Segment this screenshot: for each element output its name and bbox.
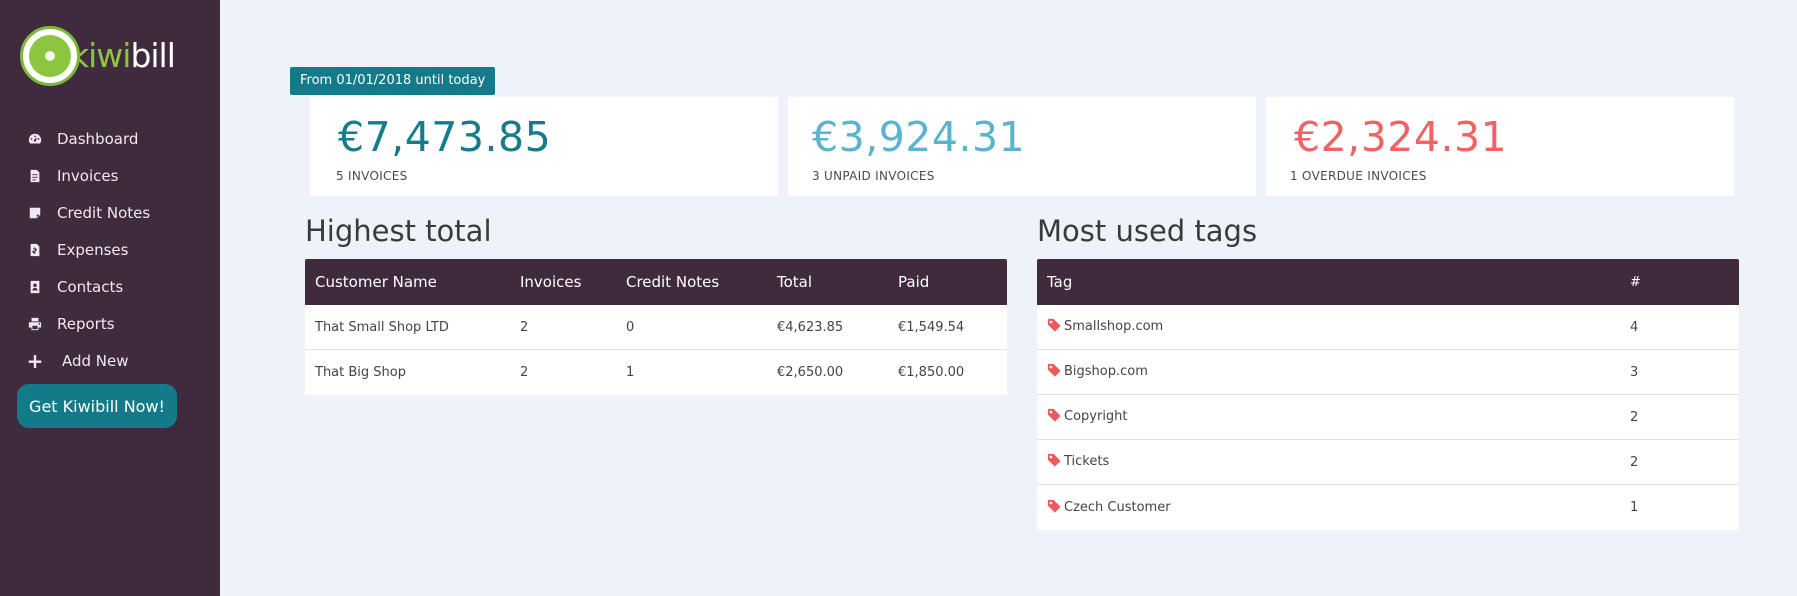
column-header-credit-notes[interactable]: Credit Notes <box>616 273 767 291</box>
tag-cell[interactable]: Bigshop.com <box>1037 363 1620 381</box>
tag-cell[interactable]: Smallshop.com <box>1037 318 1620 336</box>
stat-label: 5 INVOICES <box>336 169 408 183</box>
sidebar-item-invoices[interactable]: Invoices <box>0 157 220 194</box>
tag-cell[interactable]: Copyright <box>1037 408 1620 426</box>
paid-cell: €1,850.00 <box>898 365 965 380</box>
sidebar-nav: Dashboard Invoices Credit Notes Expenses… <box>0 120 220 379</box>
tag-count-cell: 2 <box>1630 454 1639 470</box>
column-header-tag[interactable]: Tag <box>1037 273 1620 291</box>
table-row[interactable]: That Big Shop 2 1 €2,650.00 €1,850.00 <box>305 350 1007 395</box>
total-cell: €4,623.85 <box>777 319 844 335</box>
credit-notes-cell: 0 <box>626 319 635 335</box>
sidebar-item-label: Reports <box>57 314 115 333</box>
sidebar-item-dashboard[interactable]: Dashboard <box>0 120 220 157</box>
sidebar-item-reports[interactable]: Reports <box>0 305 220 342</box>
sidebar-item-add-new[interactable]: + Add New <box>0 342 220 379</box>
total-cell: €2,650.00 <box>777 365 844 380</box>
stat-label: 3 UNPAID INVOICES <box>812 169 935 183</box>
invoices-cell: 2 <box>520 365 529 380</box>
tag-name: Bigshop.com <box>1064 364 1148 379</box>
column-header-total[interactable]: Total <box>767 273 888 291</box>
tag-name: Copyright <box>1064 409 1128 424</box>
customer-name-cell: That Big Shop <box>315 365 406 380</box>
tag-name: Czech Customer <box>1064 499 1171 515</box>
file-icon <box>27 168 43 184</box>
kiwi-logo-icon <box>20 26 80 86</box>
sidebar-item-label: Dashboard <box>57 129 139 148</box>
tag-icon <box>1047 499 1061 517</box>
logo-wordmark: kiwibill <box>70 35 176 75</box>
table-header: Tag # <box>1037 259 1739 305</box>
tag-icon <box>1047 318 1061 336</box>
kiwibill-logo[interactable]: kiwibill <box>20 26 176 86</box>
invoices-cell: 2 <box>520 319 529 335</box>
column-header-invoices[interactable]: Invoices <box>510 273 616 291</box>
stat-card-overdue[interactable]: €2,324.31 1 OVERDUE INVOICES <box>1266 97 1734 196</box>
get-kiwibill-button[interactable]: Get Kiwibill Now! <box>17 384 177 428</box>
table-row[interactable]: That Small Shop LTD 2 0 €4,623.85 €1,549… <box>305 305 1007 350</box>
column-header-count[interactable]: # <box>1620 275 1739 290</box>
tag-name: Smallshop.com <box>1064 319 1164 334</box>
most-used-tags-title: Most used tags <box>1037 214 1258 248</box>
column-header-paid[interactable]: Paid <box>888 273 1007 291</box>
column-header-customer-name[interactable]: Customer Name <box>305 273 510 291</box>
receipt-icon <box>27 242 43 258</box>
tag-count-cell: 1 <box>1630 500 1639 515</box>
stat-value: €7,473.85 <box>338 113 552 161</box>
table-row[interactable]: Copyright 2 <box>1037 395 1739 440</box>
tag-count-cell: 4 <box>1630 319 1639 335</box>
tag-count-cell: 3 <box>1630 364 1639 380</box>
sidebar-item-label: Expenses <box>57 240 129 259</box>
tag-icon <box>1047 453 1061 471</box>
table-row[interactable]: Tickets 2 <box>1037 440 1739 485</box>
customer-name-cell: That Small Shop LTD <box>315 319 449 335</box>
sidebar-item-label: Contacts <box>57 277 124 296</box>
sidebar-item-label: Add New <box>62 351 129 370</box>
stat-card-invoices[interactable]: €7,473.85 5 INVOICES <box>310 97 778 196</box>
tag-count-cell: 2 <box>1630 409 1639 425</box>
sidebar: kiwibill Dashboard Invoices Credit Notes <box>0 0 220 596</box>
paid-cell: €1,549.54 <box>898 319 965 335</box>
tag-name: Tickets <box>1064 454 1110 469</box>
tag-icon <box>1047 408 1061 426</box>
printer-icon <box>27 316 43 332</box>
tag-cell[interactable]: Czech Customer <box>1037 499 1620 517</box>
date-range-badge[interactable]: From 01/01/2018 until today <box>290 67 496 95</box>
credit-notes-cell: 1 <box>626 365 635 380</box>
sidebar-item-expenses[interactable]: Expenses <box>0 231 220 268</box>
sidebar-item-label: Invoices <box>57 166 119 185</box>
sidebar-item-contacts[interactable]: Contacts <box>0 268 220 305</box>
logo-text-bill: bill <box>130 35 175 75</box>
note-icon <box>27 205 43 221</box>
table-row[interactable]: Czech Customer 1 <box>1037 485 1739 530</box>
stat-card-unpaid[interactable]: €3,924.31 3 UNPAID INVOICES <box>788 97 1256 196</box>
sidebar-item-label: Credit Notes <box>57 203 151 222</box>
stat-value: €3,924.31 <box>812 113 1026 161</box>
table-row[interactable]: Bigshop.com 3 <box>1037 350 1739 395</box>
highest-total-title: Highest total <box>305 214 492 248</box>
contact-card-icon <box>27 279 43 295</box>
plus-icon: + <box>26 348 44 373</box>
tag-cell[interactable]: Tickets <box>1037 453 1620 471</box>
stat-value: €2,324.31 <box>1294 113 1508 161</box>
dashboard-icon <box>27 131 43 147</box>
table-row[interactable]: Smallshop.com 4 <box>1037 305 1739 350</box>
sidebar-item-credit-notes[interactable]: Credit Notes <box>0 194 220 231</box>
most-used-tags-table: Tag # Smallshop.com 4 Bigshop.com 3 Copy… <box>1037 259 1739 530</box>
highest-total-table: Customer Name Invoices Credit Notes Tota… <box>305 259 1007 395</box>
table-header: Customer Name Invoices Credit Notes Tota… <box>305 259 1007 305</box>
stat-label: 1 OVERDUE INVOICES <box>1290 169 1427 183</box>
tag-icon <box>1047 363 1061 381</box>
